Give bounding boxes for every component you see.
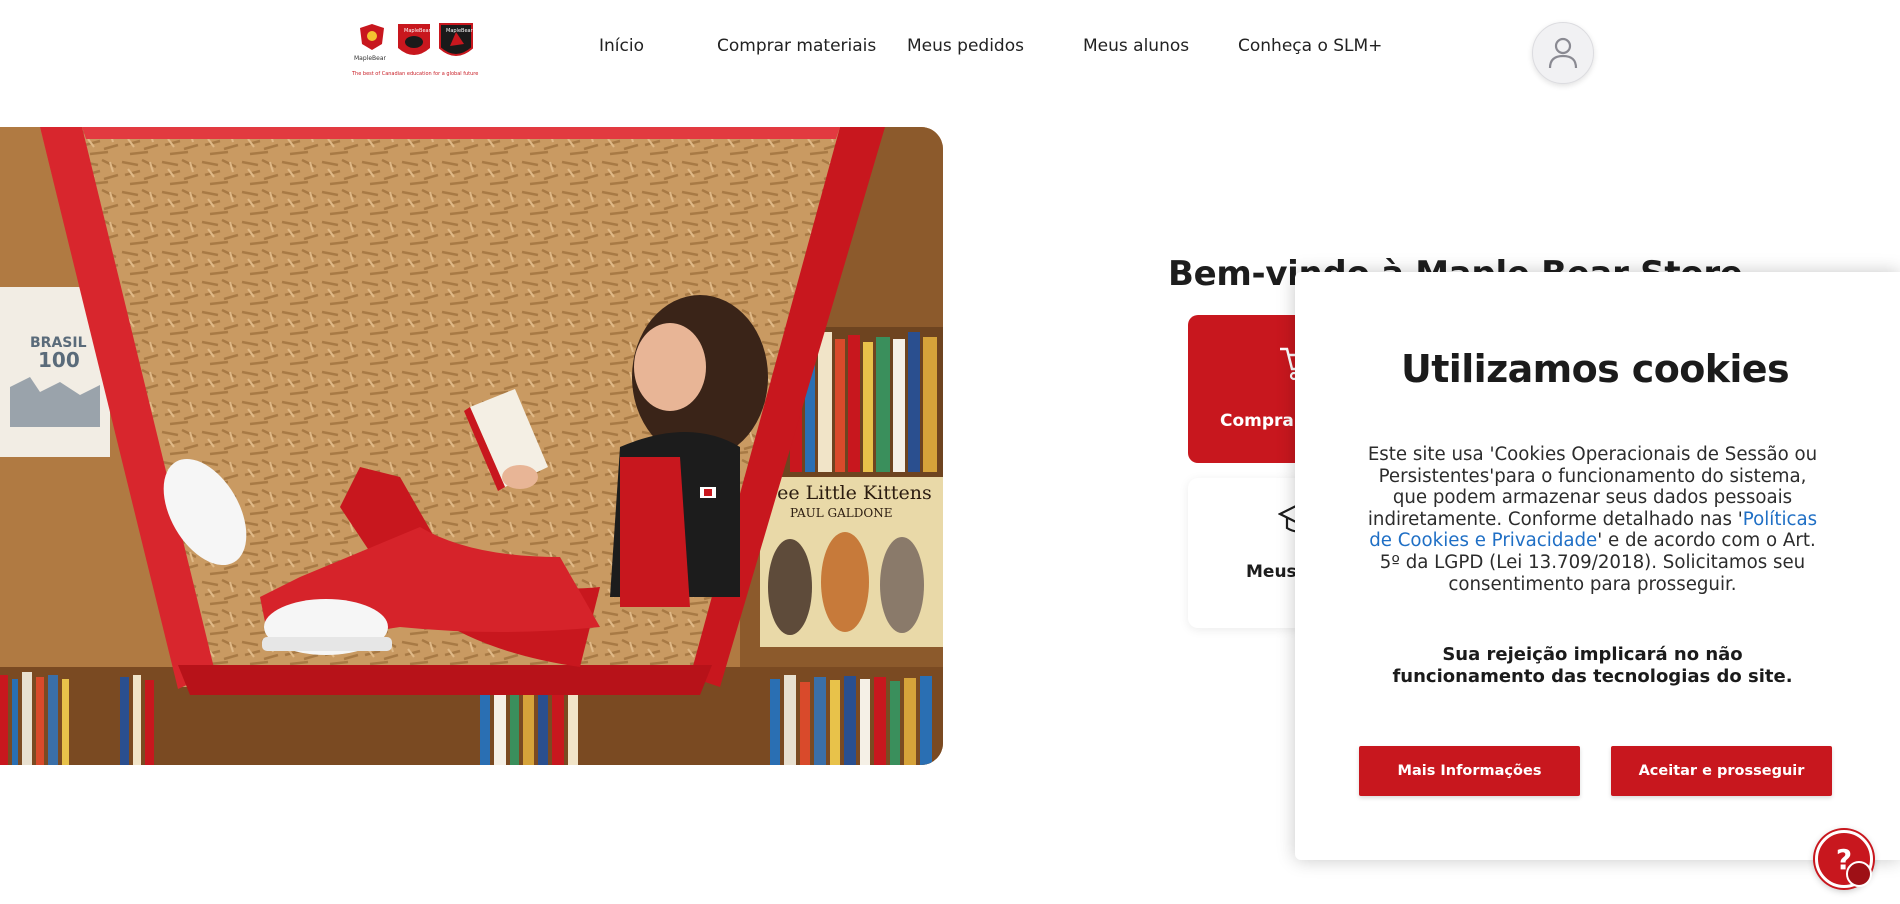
accept-button[interactable]: Aceitar e prosseguir [1611,746,1832,796]
nav-meus-alunos[interactable]: Meus alunos [1083,36,1189,56]
nav-conheca-slm[interactable]: Conheça o SLM+ [1238,36,1382,56]
svg-text:MapleBear: MapleBear [404,28,432,34]
cookie-consent-modal: Utilizamos cookies Este site usa 'Cookie… [1295,272,1900,860]
page: MapleBear MapleBear MapleBear The best o… [0,0,1900,904]
hero-image: ree Little Kittens PAUL GALDONE BRASIL 1… [0,127,943,765]
logo-tagline: The best of Canadian education for a glo… [352,71,479,77]
book-title-100: 100 [38,348,80,372]
svg-text:MapleBear: MapleBear [354,55,387,62]
cookie-body: Este site usa 'Cookies Operacionais de S… [1365,444,1820,595]
nav-comprar-materiais[interactable]: Comprar materiais [717,36,876,56]
maple-bear-logo[interactable]: MapleBear MapleBear MapleBear The best o… [352,22,479,80]
user-avatar-button[interactable] [1532,22,1594,84]
more-info-button[interactable]: Mais Informações [1359,746,1580,796]
user-icon [1548,37,1578,69]
cookie-title: Utilizamos cookies [1400,347,1790,391]
svg-text:MapleBear: MapleBear [446,28,474,34]
nav-meus-pedidos[interactable]: Meus pedidos [907,36,1024,56]
help-chat-button[interactable]: ? [1815,830,1873,888]
nav-inicio[interactable]: Início [599,36,644,56]
book-author: PAUL GALDONE [790,506,892,520]
logo-shields-icon: MapleBear MapleBear MapleBear [354,23,474,62]
top-header: MapleBear MapleBear MapleBear The best o… [0,0,1900,105]
cookie-warning: Sua rejeição implicará no não funcioname… [1392,644,1793,687]
book-title-kittens: ree Little Kittens [768,482,932,504]
help-chat-icon [1846,861,1872,887]
